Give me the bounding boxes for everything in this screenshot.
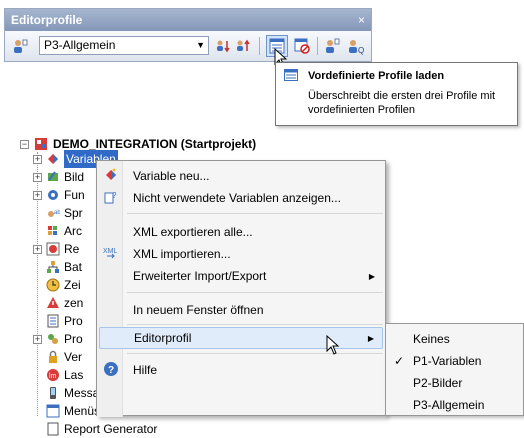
editor-profile-submenu: Keines ✓ P1-Variablen P2-Bilder P3-Allge…: [385, 323, 524, 416]
screens-icon: [48, 171, 58, 181]
submenu-item-label: P2-Bilder: [413, 376, 463, 390]
tree-item-label[interactable]: Ver: [64, 348, 82, 366]
sort-asc-icon[interactable]: [215, 37, 233, 55]
tooltip-title: Vordefinierte Profile laden: [308, 70, 445, 82]
chevron-down-icon[interactable]: ▼: [196, 37, 205, 54]
archive-icon: [48, 226, 57, 235]
language-icon: ab: [48, 210, 60, 217]
svg-text:Q: Q: [358, 46, 364, 55]
toolbar-separator: [259, 37, 260, 55]
batch-icon: [47, 261, 59, 273]
project-icon: [35, 138, 47, 150]
checkmark-icon: ✓: [394, 354, 405, 368]
menu-separator: [127, 324, 383, 325]
menu-item-label: XML importieren...: [133, 247, 231, 261]
tree-item-label[interactable]: Menüs: [64, 402, 100, 420]
protocol-icon: [47, 314, 59, 328]
tree-item-label[interactable]: Report Generator: [64, 420, 157, 438]
report-icon: [47, 422, 59, 436]
menu-item-label: Editorprofil: [134, 331, 192, 345]
menu-item-label: Hilfe: [133, 363, 158, 377]
toolbar-separator: [317, 37, 318, 55]
svg-text:ab: ab: [54, 210, 60, 216]
tree-item-label[interactable]: Arc: [64, 222, 82, 240]
user-profile-icon[interactable]: [323, 37, 341, 55]
xml-import-icon: XML: [103, 248, 118, 259]
sort-desc-icon[interactable]: [235, 37, 253, 55]
alarm-icon: [47, 297, 59, 308]
tree-item-label[interactable]: Pro: [64, 330, 83, 348]
tree-item-label[interactable]: Bat: [64, 258, 82, 276]
unused-variables-icon: ?: [104, 191, 117, 204]
profile-user-icon[interactable]: [11, 37, 29, 55]
editorprofile-window: Editorprofile × P3-Allgemein ▼ Q: [4, 8, 372, 62]
svg-text:?: ?: [108, 365, 114, 376]
menu-separator: [127, 292, 383, 293]
expand-toggle[interactable]: +: [33, 191, 42, 200]
menu-item-label: Variable neu...: [133, 169, 210, 183]
tree-item-label[interactable]: zen: [64, 294, 83, 312]
tree-item-label[interactable]: Spr: [64, 204, 83, 222]
tree-item-label[interactable]: Las: [64, 366, 83, 384]
svg-text:XML: XML: [103, 248, 118, 255]
menu-item-label: In neuem Fenster öffnen: [133, 303, 264, 317]
lock-icon: [49, 350, 57, 363]
tooltip: Vordefinierte Profile laden Überschreibt…: [275, 62, 518, 126]
recipes-icon: [46, 242, 60, 256]
tree-item-label[interactable]: Zei: [64, 276, 81, 294]
submenu-arrow-icon: ▶: [367, 334, 374, 343]
rename-profile-icon[interactable]: Q: [347, 37, 365, 55]
expand-toggle[interactable]: +: [33, 155, 42, 164]
svg-text:?: ?: [112, 191, 117, 200]
window-title: Editorprofile: [5, 9, 371, 31]
collapse-toggle[interactable]: −: [20, 140, 29, 149]
variables-icon: [48, 154, 58, 164]
menu-separator: [127, 213, 383, 214]
programs-icon: [48, 334, 58, 344]
expand-toggle[interactable]: +: [33, 245, 42, 254]
tooltip-body: Überschreibt die ersten drei Profile mit…: [308, 90, 496, 116]
mouse-cursor-icon: [326, 335, 340, 355]
functions-icon: [48, 190, 58, 200]
scheduler-icon: [46, 278, 60, 292]
context-menu: Variable neu... ? Nicht verwendete Varia…: [96, 160, 386, 417]
submenu-item-label: Keines: [413, 332, 450, 346]
menu-item-label: Erweiterter Import/Export: [133, 269, 267, 283]
message-control-icon: [50, 387, 56, 399]
profile-list-icon: [284, 69, 298, 81]
submenu-arrow-icon: ▶: [368, 272, 375, 281]
tree-item-label[interactable]: Pro: [64, 312, 83, 330]
tree-item-label[interactable]: Fun: [64, 186, 85, 204]
menu-item-editor-profile[interactable]: Editorprofil ▶: [99, 327, 383, 349]
delete-profiles-icon[interactable]: [293, 37, 311, 55]
profile-select[interactable]: P3-Allgemein ▼: [39, 36, 209, 55]
expand-toggle[interactable]: +: [33, 173, 42, 182]
profile-select-value: P3-Allgemein: [44, 38, 116, 52]
toolbar: P3-Allgemein ▼ Q: [5, 31, 371, 61]
submenu-item-label: P1-Variablen: [413, 354, 482, 368]
close-icon[interactable]: ×: [358, 9, 365, 31]
menu-item-label: Nicht verwendete Variablen anzeigen...: [133, 191, 341, 205]
svg-text:lm: lm: [49, 373, 57, 380]
new-variable-icon: [106, 168, 116, 180]
menu-item-label: XML exportieren alle...: [133, 225, 253, 239]
help-icon: ?: [104, 362, 118, 376]
tree-item-label[interactable]: Re: [64, 240, 79, 258]
load-management-icon: lm: [47, 369, 59, 381]
tree-item-label[interactable]: Bild: [64, 168, 84, 186]
expand-toggle[interactable]: +: [33, 335, 42, 344]
submenu-item-label: P3-Allgemein: [413, 398, 485, 412]
menu-separator: [127, 353, 383, 354]
